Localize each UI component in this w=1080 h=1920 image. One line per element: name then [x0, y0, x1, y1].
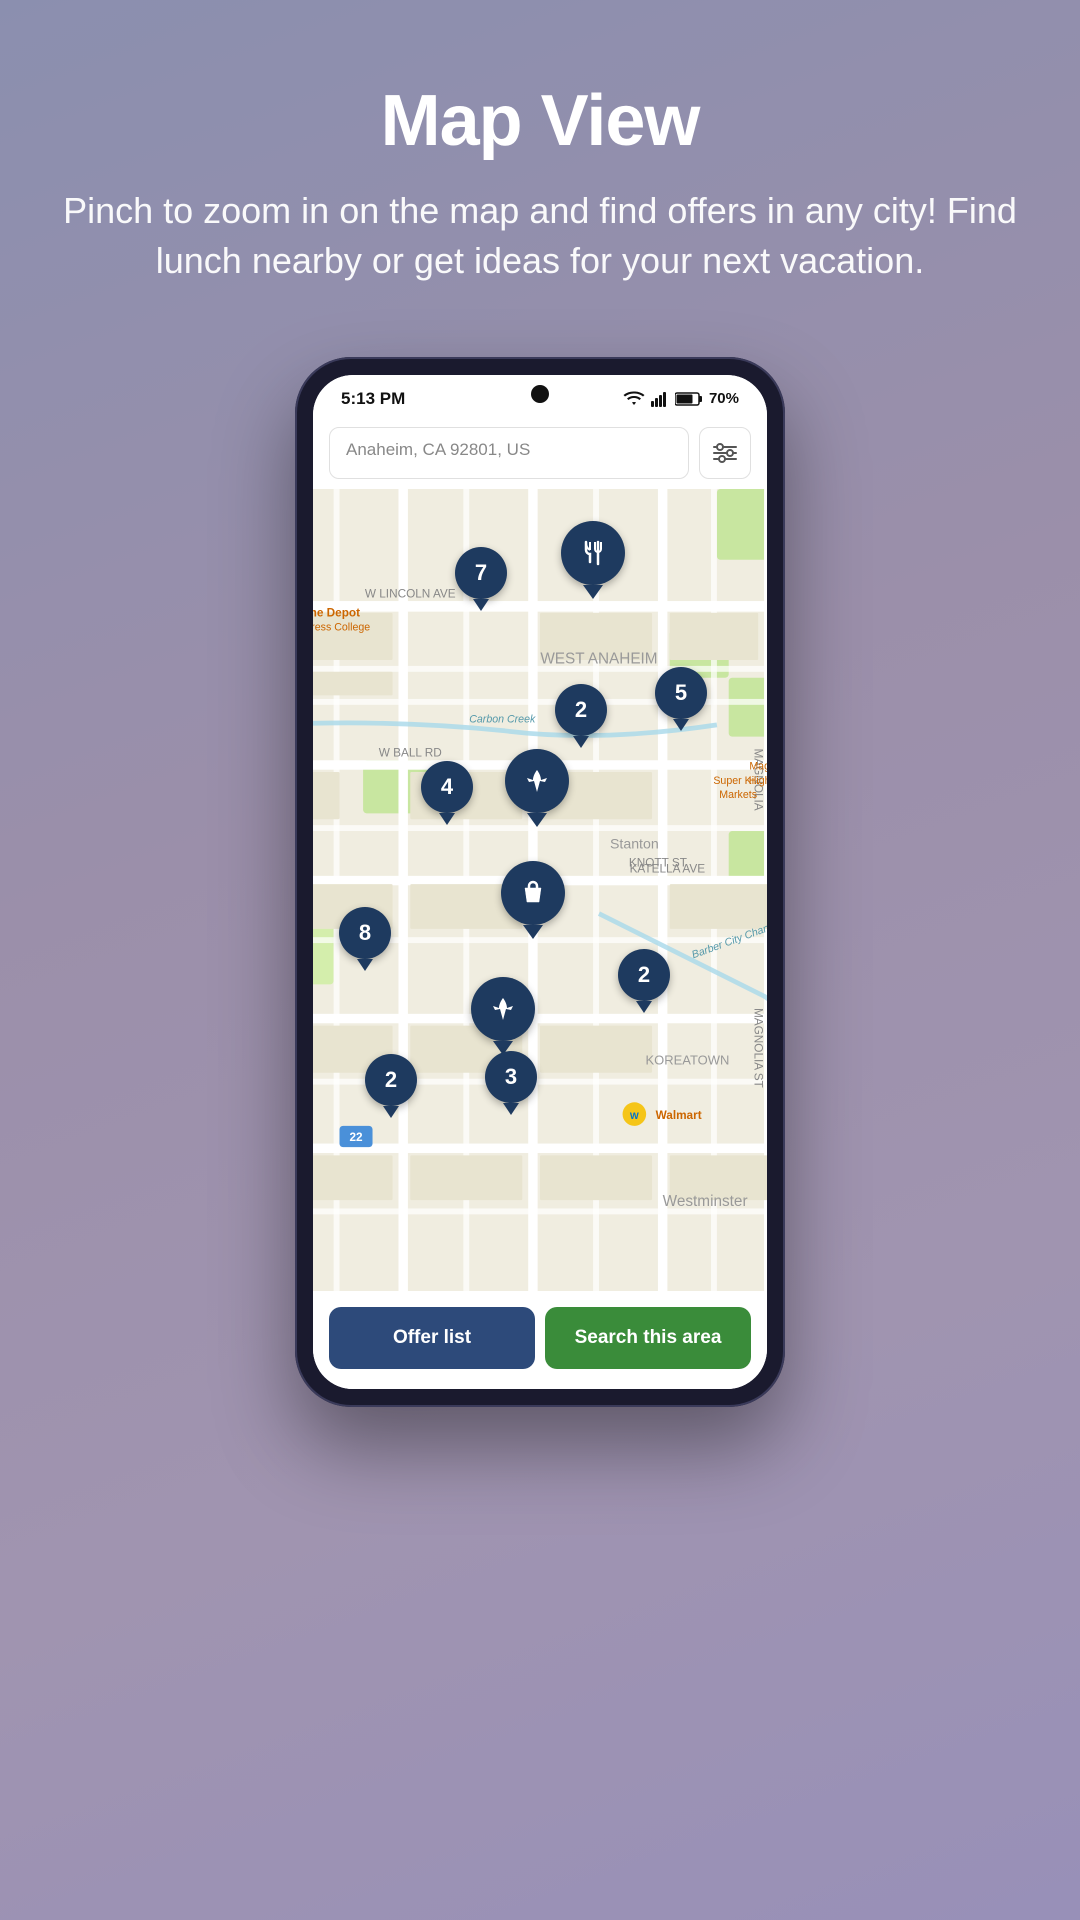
pin-pointer-5: [673, 719, 689, 731]
phone-screen: 5:13 PM: [313, 375, 767, 1389]
pin-pointer-2c: [383, 1106, 399, 1118]
svg-text:WEST ANAHEIM: WEST ANAHEIM: [540, 650, 657, 667]
svg-text:MAGNOLIA ST: MAGNOLIA ST: [752, 1008, 765, 1088]
pin-shop-pointer: [523, 925, 543, 939]
pin-pointer-2a: [573, 736, 589, 748]
pin-icon-travel1: [505, 749, 569, 813]
pin-bubble-8: 8: [339, 907, 391, 959]
pin-icon-food: [561, 521, 625, 585]
pin-bubble-2b: 2: [618, 949, 670, 1001]
page-title: Map View: [60, 80, 1020, 162]
map-pin-shop[interactable]: [501, 861, 565, 939]
pin-bubble-2a: 2: [555, 684, 607, 736]
wifi-icon: [623, 391, 645, 407]
svg-text:W LINCOLN AVE: W LINCOLN AVE: [365, 587, 456, 600]
pin-bubble-3: 3: [485, 1051, 537, 1103]
map-pin-2c[interactable]: 2: [365, 1054, 417, 1118]
map-pin-travel2[interactable]: [471, 977, 535, 1055]
header-section: Map View Pinch to zoom in on the map and…: [0, 0, 1080, 327]
status-icons: 70%: [623, 390, 739, 407]
search-area-button[interactable]: Search this area: [545, 1307, 751, 1369]
offer-list-button[interactable]: Offer list: [329, 1307, 535, 1369]
battery-icon: [675, 391, 703, 407]
fork-knife-icon: [578, 538, 608, 568]
signal-icon: [651, 391, 669, 407]
pin-pointer-4: [439, 813, 455, 825]
pin-icon-travel2: [471, 977, 535, 1041]
status-time: 5:13 PM: [341, 389, 405, 409]
pin-pointer-7: [473, 599, 489, 611]
svg-text:Markets: Markets: [719, 789, 757, 801]
page-subtitle: Pinch to zoom in on the map and find off…: [60, 186, 1020, 287]
filter-icon: [712, 443, 738, 463]
pin-pointer-8: [357, 959, 373, 971]
map-pin-food[interactable]: [561, 521, 625, 599]
bottom-buttons: Offer list Search this area: [313, 1291, 767, 1389]
phone-frame: 5:13 PM: [295, 357, 785, 1407]
svg-text:KNOTT ST: KNOTT ST: [629, 856, 687, 869]
svg-text:W: W: [630, 1110, 639, 1121]
svg-text:Home Depot: Home Depot: [313, 606, 360, 619]
camera-notch: [531, 385, 549, 403]
map-pin-3[interactable]: 3: [485, 1051, 537, 1115]
svg-text:W BALL RD: W BALL RD: [379, 747, 442, 760]
map-area[interactable]: W LINCOLN AVE W BALL RD KATELLA AVE MAGN…: [313, 489, 767, 1291]
pin-food-pointer: [583, 585, 603, 599]
map-pin-7[interactable]: 7: [455, 547, 507, 611]
pin-bubble-2c: 2: [365, 1054, 417, 1106]
svg-text:Stanton: Stanton: [610, 836, 659, 852]
pin-pointer-2b: [636, 1001, 652, 1013]
svg-text:Walmart: Walmart: [656, 1109, 702, 1122]
search-bar-container: Anaheim, CA 92801, US: [313, 417, 767, 489]
svg-text:Mag...: Mag...: [749, 760, 767, 772]
pin-bubble-4: 4: [421, 761, 473, 813]
airplane-icon: [523, 767, 551, 795]
svg-text:Carbon Creek: Carbon Creek: [469, 713, 536, 725]
svg-text:Westminster: Westminster: [663, 1193, 748, 1210]
map-pin-2b[interactable]: 2: [618, 949, 670, 1013]
svg-text:22: 22: [349, 1131, 363, 1144]
shopping-bag-icon: [519, 879, 547, 907]
airplane2-icon: [489, 995, 517, 1023]
pin-bubble-5: 5: [655, 667, 707, 719]
map-pin-2a[interactable]: 2: [555, 684, 607, 748]
filter-button[interactable]: [699, 427, 751, 479]
map-pin-4[interactable]: 4: [421, 761, 473, 825]
battery-level: 70%: [709, 390, 739, 407]
svg-text:High...: High...: [749, 775, 767, 787]
map-pin-5[interactable]: 5: [655, 667, 707, 731]
map-pin-8[interactable]: 8: [339, 907, 391, 971]
svg-text:KOREATOWN: KOREATOWN: [646, 1052, 730, 1067]
pin-travel1-pointer: [527, 813, 547, 827]
pin-pointer-3: [503, 1103, 519, 1115]
svg-text:⊕ Cypress College: ⊕ Cypress College: [313, 621, 370, 633]
map-pin-travel1[interactable]: [505, 749, 569, 827]
pin-bubble-7: 7: [455, 547, 507, 599]
pin-icon-shop: [501, 861, 565, 925]
location-search-input[interactable]: Anaheim, CA 92801, US: [329, 427, 689, 479]
